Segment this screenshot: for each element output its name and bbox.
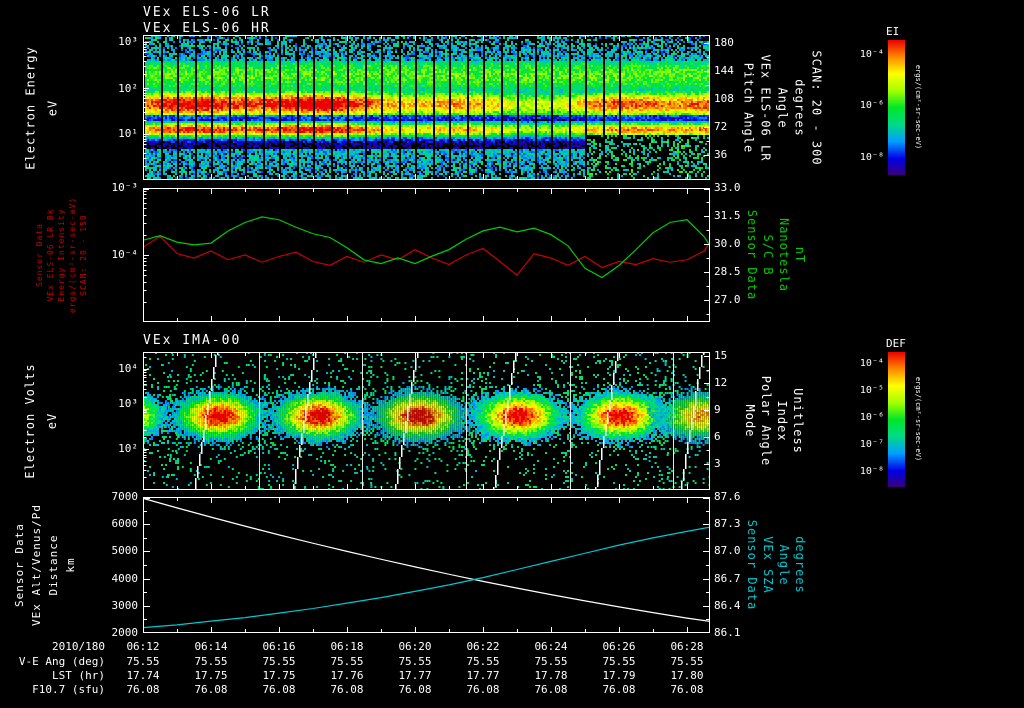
p4_left-label: Distance (47, 534, 60, 596)
bfield-intensity-line-chart-canvas (143, 188, 710, 322)
footer-value: 76.08 (670, 683, 704, 696)
colorbar-tick-label: 10⁻⁸ (859, 465, 884, 477)
time-tick-label: 06:14 (194, 640, 228, 653)
colorbar-tick-label: 10⁻⁴ (859, 48, 884, 60)
p3_left-tick-label: 10² (118, 441, 138, 455)
colorbar-tick-label: 10⁻⁶ (859, 99, 884, 111)
footer-row-label: V-E Ang (deg) (18, 655, 105, 668)
p4_left-label: Sensor Data (13, 523, 26, 607)
time-tick-label: 06:24 (534, 640, 568, 653)
p1_left-tick-label: 10¹ (118, 126, 138, 140)
footer-value: 75.55 (194, 655, 228, 668)
footer-value: 75.55 (534, 655, 568, 668)
p4_left-tick-label: 2000 (111, 626, 139, 639)
colorbar-tick-label: 10⁻⁴ (859, 357, 884, 369)
els-spectrogram-canvas (143, 35, 710, 180)
footer-value: 17.77 (398, 669, 432, 682)
footer-value: 75.55 (126, 655, 160, 668)
colorbar-tick-label: 10⁻⁷ (859, 438, 884, 450)
footer-value: 75.55 (330, 655, 364, 668)
p4_left-label: VEx Alt/Venus/Pd (30, 504, 43, 626)
footer-value: 75.55 (670, 655, 704, 668)
footer-value: 76.08 (194, 683, 228, 696)
footer-value: 17.80 (670, 669, 704, 682)
p4_left-label: km (64, 557, 77, 573)
footer-row-label: LST (hr) (52, 669, 105, 682)
p4_left-tick-label: 4000 (111, 571, 139, 585)
p1_left-tick-label: 10³ (118, 35, 138, 49)
time-tick-label: 06:16 (262, 640, 296, 653)
time-tick-label: 06:18 (330, 640, 364, 653)
p1_left-tick-label: 10² (118, 81, 138, 95)
footer-value: 76.08 (466, 683, 500, 696)
footer-value: 17.76 (330, 669, 364, 682)
p3_left-tick-label: 10³ (118, 397, 138, 411)
p2_left-label: SCAN: 20 - 150 (79, 214, 88, 296)
p2_left-tick-label: 10⁻³ (111, 181, 139, 194)
time-tick-label: 06:28 (670, 640, 704, 653)
footer-value: 76.08 (330, 683, 364, 696)
p4_left-tick-label: 5000 (111, 544, 139, 558)
footer-value: 17.79 (602, 669, 636, 682)
p4_left-tick-label: 7000 (111, 490, 139, 503)
ima-title: VEx IMA-00 (143, 333, 242, 348)
def-colorbar (888, 352, 905, 487)
time-tick-label: 06:12 (126, 640, 160, 653)
colorbar-unit-label: ergs/(cm²-sr-sec-eV) (914, 376, 922, 462)
els-hr-title: VEx ELS-06 HR (143, 21, 271, 36)
p2_left-tick-label: 10⁻⁴ (111, 248, 139, 261)
p4_right-label: VEx SZA (761, 536, 775, 594)
footer-value: 17.75 (194, 669, 228, 682)
footer-value: 76.08 (262, 683, 296, 696)
date-label: 2010/180 (52, 640, 105, 653)
p4_left-tick-label: 6000 (111, 517, 139, 531)
colorbar-tick-label: 10⁻⁶ (859, 411, 884, 423)
colorbar-tick-label: 10⁻⁵ (859, 384, 884, 396)
footer-value: 75.55 (398, 655, 432, 668)
footer-value: 17.75 (262, 669, 296, 682)
p4_right-label: degrees (793, 536, 807, 594)
footer-value: 17.78 (534, 669, 568, 682)
vex-multipanel-plot-page: VEx ELS-06 LR VEx ELS-06 HR VEx IMA-00 1… (0, 0, 1024, 708)
time-tick-label: 06:22 (466, 640, 500, 653)
p4_right-label: Sensor Data (745, 519, 759, 611)
p4_left-tick-label: 3000 (111, 598, 139, 612)
footer-value: 76.08 (398, 683, 432, 696)
altitude-sza-line-chart-canvas (143, 497, 710, 633)
time-tick-label: 06:26 (602, 640, 636, 653)
els-lr-title: VEx ELS-06 LR (143, 5, 271, 20)
p1_right-label: SCAN: 20 - 300 (809, 49, 823, 166)
colorbar-unit-label: ergs/(cm²-sr-sec-eV) (914, 64, 922, 150)
ei-colorbar (888, 40, 905, 175)
footer-row-label: F10.7 (sfu) (32, 683, 105, 696)
footer-value: 76.08 (126, 683, 160, 696)
footer-value: 17.74 (126, 669, 160, 682)
footer-value: 75.55 (466, 655, 500, 668)
colorbar-tick-label: 10⁻⁸ (859, 152, 884, 164)
footer-value: 76.08 (602, 683, 636, 696)
ima-spectrogram-canvas (143, 352, 710, 490)
p3_left-tick-label: 10⁴ (118, 361, 138, 375)
time-tick-label: 06:20 (398, 640, 432, 653)
footer-value: 75.55 (602, 655, 636, 668)
footer-value: 17.77 (466, 669, 500, 682)
footer-value: 75.55 (262, 655, 296, 668)
footer-value: 76.08 (534, 683, 568, 696)
p4_right-label: Angle (777, 544, 791, 586)
